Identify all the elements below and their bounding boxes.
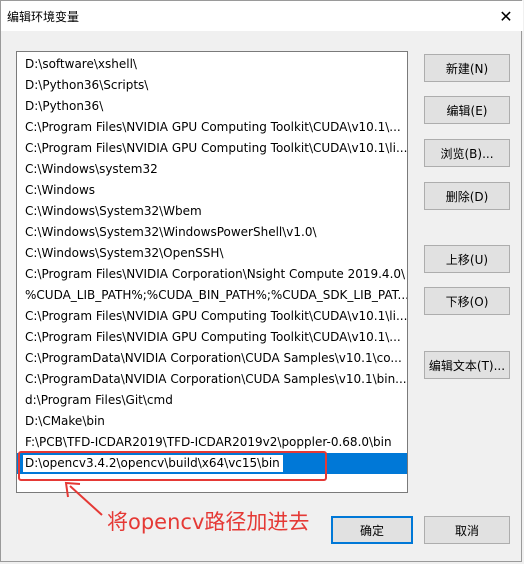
annotation-arrow-icon — [64, 481, 103, 516]
annotation-text: 将opencv路径加进去 — [107, 510, 310, 534]
